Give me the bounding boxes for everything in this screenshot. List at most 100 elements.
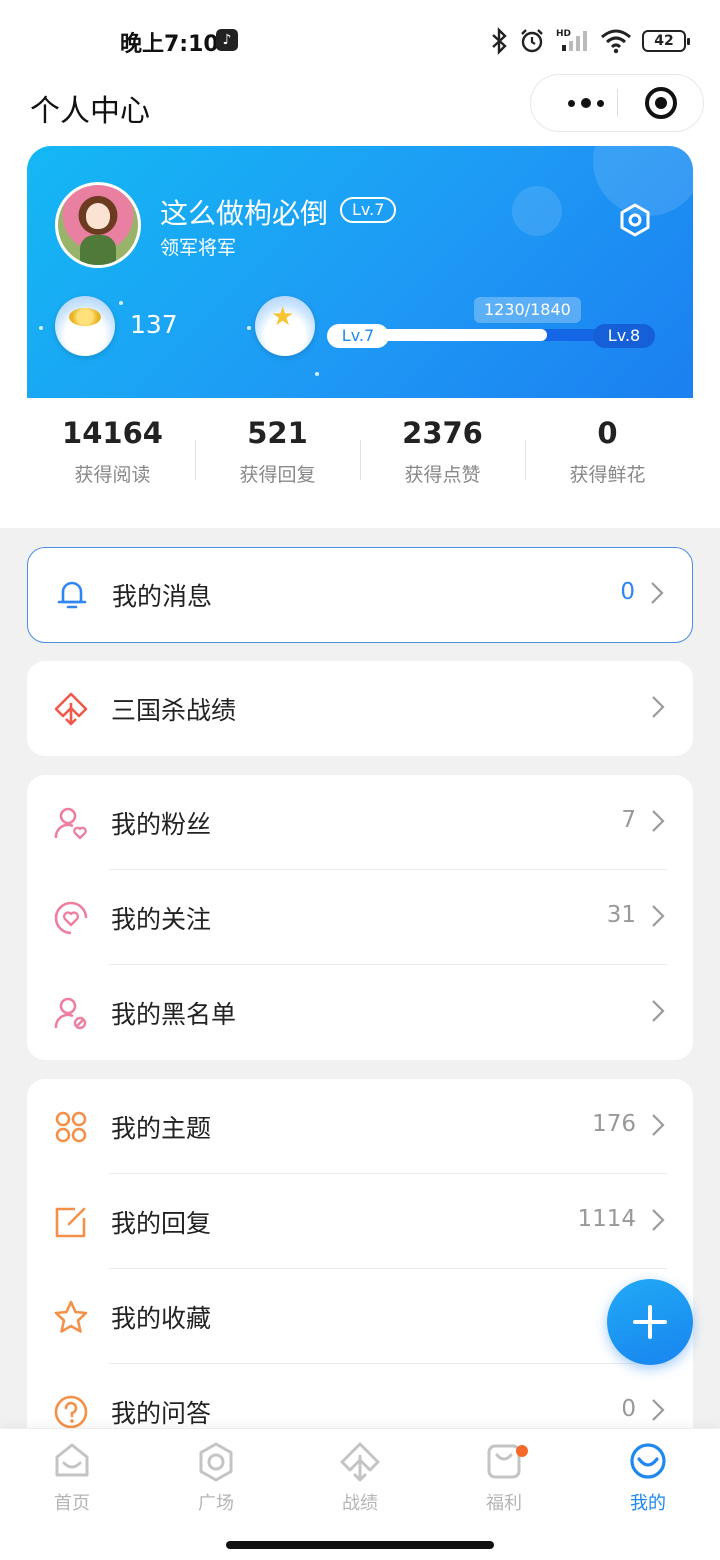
tab-label: 战绩 (342, 1493, 378, 1514)
miniapp-capsule (530, 74, 704, 132)
menu-row-following[interactable]: 我的关注 31 (27, 870, 693, 965)
stat-value: 2376 (402, 416, 483, 450)
stat-value: 521 (247, 416, 308, 450)
sparkle (39, 326, 43, 330)
menu-row-replies[interactable]: 我的回复 1114 (27, 1174, 693, 1269)
tab-mine[interactable]: 我的 (598, 1441, 698, 1515)
menu-row-messages[interactable]: 我的消息 0 (28, 548, 692, 641)
social-card: 我的粉丝 7 我的关注 31 我的黑名单 (27, 775, 693, 1060)
sgs-emblem-icon (54, 692, 88, 726)
stat-reads[interactable]: 14164 获得阅读 (30, 416, 195, 508)
status-bar: 晚上7:10 ♪ HD 42 (0, 0, 720, 80)
clover-icon (55, 1111, 87, 1143)
menu-label: 我的回复 (111, 1209, 212, 1238)
username: 这么做枸必倒 (160, 197, 329, 230)
profile-card: 这么做枸必倒 Lv.7 领军将军 137 1230/1840 Lv.7 Lv.8 (27, 146, 693, 398)
coin-icon (55, 296, 115, 356)
exp-counter: 1230/1840 (474, 297, 581, 323)
stat-label: 获得阅读 (74, 463, 151, 486)
menu-count: 0 (621, 1396, 636, 1422)
menu-count: 7 (621, 807, 636, 833)
tab-plaza[interactable]: 广场 (166, 1441, 266, 1515)
edit-icon (55, 1207, 86, 1238)
home-indicator (226, 1541, 494, 1549)
battery-indicator: 42 (642, 30, 690, 52)
page-title: 个人中心 (30, 94, 150, 129)
menu-count: 176 (592, 1111, 636, 1137)
chevron-right-icon (652, 905, 665, 927)
menu-label: 三国杀战绩 (111, 696, 237, 725)
coin-balance: 137 (130, 310, 178, 339)
stats-row: 14164 获得阅读 521 获得回复 2376 获得点赞 0 获得鲜花 (30, 416, 690, 508)
user-heart-icon (54, 807, 87, 840)
exp-star-icon (255, 296, 315, 356)
home-icon (55, 1443, 89, 1477)
chevron-right-icon (652, 1399, 665, 1421)
chevron-right-icon (652, 1114, 665, 1136)
decor-bubble (512, 186, 562, 236)
tab-label: 福利 (486, 1493, 522, 1514)
stat-replies[interactable]: 521 获得回复 (195, 416, 360, 508)
tab-record[interactable]: 战绩 (310, 1441, 410, 1515)
sparkle (119, 301, 123, 305)
menu-row-favorites[interactable]: 我的收藏 (27, 1269, 693, 1364)
close-miniapp-button[interactable] (645, 87, 677, 119)
question-icon (54, 1395, 88, 1429)
user-block-icon (54, 997, 87, 1030)
menu-label: 我的主题 (111, 1114, 212, 1143)
menu-count: 0 (620, 579, 635, 605)
stat-value: 14164 (62, 416, 163, 450)
sgs-record-card[interactable]: 三国杀战绩 (27, 661, 693, 756)
content-card: 我的主题 176 我的回复 1114 我的收藏 我的问答 0 (27, 1079, 693, 1459)
menu-label: 我的黑名单 (111, 1000, 237, 1029)
stat-label: 获得鲜花 (569, 463, 646, 486)
bell-icon (57, 581, 87, 609)
chevron-right-icon (652, 810, 665, 832)
star-icon (54, 1300, 88, 1333)
status-icons: HD 42 (490, 26, 690, 56)
signal-icon: HD (556, 29, 587, 51)
sparkle (247, 326, 251, 330)
bluetooth-icon (492, 27, 507, 55)
stat-likes[interactable]: 2376 获得点赞 (360, 416, 525, 508)
rank-title: 领军将军 (160, 237, 237, 259)
sparkle (315, 372, 319, 376)
menu-row-blacklist[interactable]: 我的黑名单 (27, 965, 693, 1060)
next-level: Lv.8 (593, 324, 655, 348)
menu-row-fans[interactable]: 我的粉丝 7 (27, 775, 693, 870)
hexagon-icon (199, 1442, 233, 1482)
heart-bubble-icon (54, 901, 88, 935)
messages-card[interactable]: 我的消息 0 (27, 547, 693, 643)
chevron-right-icon (652, 1000, 665, 1022)
more-menu-button[interactable] (555, 75, 617, 131)
stat-value: 0 (597, 416, 618, 450)
avatar[interactable] (55, 182, 141, 268)
menu-label: 我的问答 (111, 1399, 212, 1428)
menu-label: 我的消息 (112, 582, 213, 611)
stat-label: 获得回复 (239, 463, 316, 486)
emblem-icon (340, 1442, 380, 1482)
wifi-icon (601, 29, 631, 54)
tab-label: 广场 (198, 1493, 234, 1514)
tab-welfare[interactable]: 福利 (454, 1441, 554, 1515)
chevron-right-icon (652, 1209, 665, 1231)
chevron-right-icon (652, 696, 665, 718)
menu-row-topics[interactable]: 我的主题 176 (27, 1079, 693, 1174)
create-post-button[interactable] (607, 1279, 693, 1365)
menu-count: 31 (606, 902, 636, 928)
tiktok-icon: ♪ (216, 29, 238, 51)
menu-label: 我的收藏 (111, 1304, 212, 1333)
menu-label: 我的关注 (111, 905, 212, 934)
menu-row-sgs-record[interactable]: 三国杀战绩 (27, 661, 693, 756)
tab-home[interactable]: 首页 (22, 1441, 122, 1515)
chevron-right-icon (651, 582, 664, 604)
smile-icon (630, 1443, 666, 1479)
stat-flowers[interactable]: 0 获得鲜花 (525, 416, 690, 508)
menu-count: 1114 (577, 1206, 636, 1232)
status-time: 晚上7:10 (120, 32, 219, 57)
menu-label: 我的粉丝 (111, 810, 212, 839)
svg-text:HD: HD (556, 29, 571, 39)
level-badge: Lv.7 (340, 197, 397, 223)
settings-icon[interactable] (617, 202, 653, 238)
notification-dot (516, 1445, 528, 1457)
